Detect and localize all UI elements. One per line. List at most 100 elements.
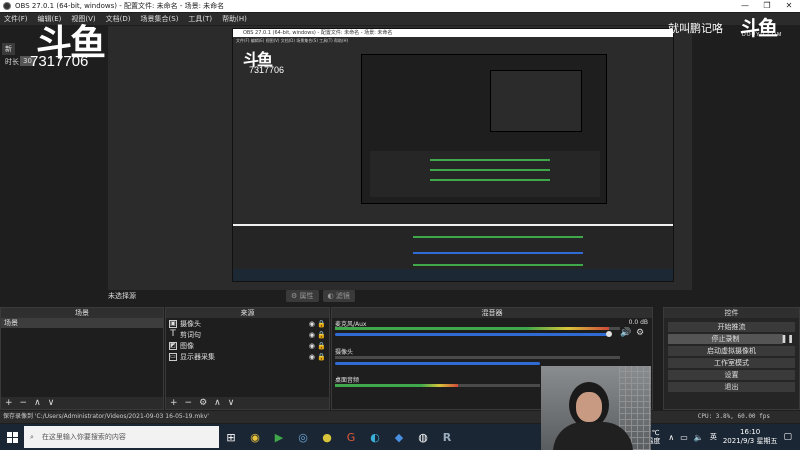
room-id: 7317706 <box>30 53 89 70</box>
obs-icon[interactable]: ◍ <box>411 424 435 450</box>
channel-name: 摄像头 <box>335 349 354 356</box>
sources-header: 来源 <box>166 308 329 318</box>
move-source-up-button[interactable]: ∧ <box>214 398 221 408</box>
sources-list: ▣ 摄像头 ◉ 🔒 T 剪词句 ◉ 🔒 ◩ 图像 ◉ 🔒 ▭ 显示器采集 ◉ 🔒 <box>166 318 329 397</box>
scenes-list: 场景 <box>1 318 163 397</box>
source-name: 摄像头 <box>180 319 201 328</box>
g-icon[interactable]: G <box>339 424 363 450</box>
menu-file[interactable]: 文件(F) <box>4 14 28 24</box>
source-item[interactable]: ▣ 摄像头 ◉ 🔒 <box>166 318 329 329</box>
source-item[interactable]: ▭ 显示器采集 ◉ 🔒 <box>166 351 329 362</box>
start-button[interactable] <box>0 424 24 450</box>
input-language[interactable]: 英 <box>710 432 717 442</box>
lock-icon[interactable]: 🔒 <box>317 353 326 361</box>
clock-date: 2021/9/3 星期五 <box>722 437 778 445</box>
mixer-channel: 摄像头 <box>332 346 652 368</box>
pause-icon[interactable]: ❚❚ <box>781 334 794 343</box>
nested-meter-2 <box>430 169 550 171</box>
window-controls: — ❐ ✕ <box>734 0 800 12</box>
level-meter <box>335 327 620 330</box>
add-source-button[interactable]: + <box>170 398 178 408</box>
task-view-icon[interactable]: ⊞ <box>219 424 243 450</box>
overlay-new-badge: 新 <box>2 43 15 55</box>
minimize-button[interactable]: — <box>734 0 756 12</box>
start-streaming-button[interactable]: 开始推流 <box>668 322 795 332</box>
mail-icon[interactable]: ◆ <box>387 424 411 450</box>
douyu-site: DOUYU.COM <box>742 32 783 38</box>
source-settings-button[interactable]: ⚙ <box>199 398 207 408</box>
menu-help[interactable]: 帮助(H) <box>222 14 247 24</box>
channel-db: 0.0 dB <box>628 319 648 326</box>
notification-icon[interactable]: ▢ <box>783 432 792 442</box>
scenes-header: 场景 <box>1 308 163 318</box>
lock-icon[interactable]: 🔒 <box>317 331 326 339</box>
level-meter-fill <box>335 384 458 387</box>
nested-room-id: 7317706 <box>249 65 285 75</box>
controls-list: 开始推流 停止录制 ❚❚ 启动虚拟摄像机 工作室模式 设置 退出 <box>664 318 799 392</box>
add-scene-button[interactable]: + <box>5 398 13 408</box>
windows-taskbar: ⌕ 在这里输入你要搜索的内容 ⊞ ◉ ▶ ◎ ● G ◐ ◆ ◍ R 5℃ 温度… <box>0 424 800 450</box>
settings-button[interactable]: 设置 <box>668 370 795 380</box>
move-scene-down-button[interactable]: ∨ <box>48 398 55 408</box>
nested-mixer-meter-3 <box>413 264 583 266</box>
lock-icon[interactable]: 🔒 <box>317 320 326 328</box>
level-meter-fill <box>335 327 609 330</box>
taskbar-search[interactable]: ⌕ 在这里输入你要搜索的内容 <box>24 426 219 448</box>
volume-slider[interactable] <box>335 333 610 336</box>
move-scene-up-button[interactable]: ∧ <box>34 398 41 408</box>
volume-slider[interactable] <box>335 362 540 365</box>
coin-icon[interactable]: ● <box>315 424 339 450</box>
search-placeholder: 在这里输入你要搜索的内容 <box>41 433 126 441</box>
clock-time: 16:10 <box>740 428 761 436</box>
nested-preview-inner <box>361 54 607 204</box>
nested-preview: 斗鱼 7317706 <box>233 44 673 224</box>
window-title: OBS 27.0.1 (64-bit, windows) - 配置文件: 未命名… <box>15 2 225 10</box>
nested-preview-inner2 <box>490 70 582 132</box>
eye-icon[interactable]: ◉ <box>309 353 315 361</box>
camera-icon: ▣ <box>169 319 177 328</box>
menu-docks[interactable]: 文档(D) <box>106 14 131 24</box>
close-button[interactable]: ✕ <box>778 0 800 12</box>
recording-saved-message: 保存录像到 'C:/Users/Administrator/Videos/202… <box>3 413 209 420</box>
remove-source-button[interactable]: − <box>185 398 193 408</box>
edge-icon[interactable]: ◐ <box>363 424 387 450</box>
nested-docks-level2 <box>370 151 600 197</box>
steam-icon[interactable]: ◎ <box>291 424 315 450</box>
filters-button[interactable]: ◐ 滤镜 <box>322 290 355 302</box>
scenes-footer: + − ∧ ∨ <box>1 397 163 409</box>
lock-icon[interactable]: 🔒 <box>317 342 326 350</box>
start-virtual-camera-button[interactable]: 启动虚拟摄像机 <box>668 346 795 356</box>
volume-icon[interactable]: 🔈 <box>694 433 704 442</box>
menu-tools[interactable]: 工具(T) <box>188 14 212 24</box>
stop-recording-button[interactable]: 停止录制 <box>668 334 783 344</box>
menu-scene-collection[interactable]: 场景集合(S) <box>141 14 179 24</box>
volume-slider-knob[interactable] <box>606 331 612 337</box>
source-name: 剪词句 <box>180 330 201 339</box>
chrome-icon[interactable]: ◉ <box>243 424 267 450</box>
properties-button[interactable]: ⚙ 属性 <box>286 290 319 302</box>
source-item[interactable]: T 剪词句 ◉ 🔒 <box>166 329 329 340</box>
scene-item[interactable]: 场景 <box>1 318 163 328</box>
controls-header: 控件 <box>664 308 799 318</box>
eye-icon[interactable]: ◉ <box>309 320 315 328</box>
gear-icon[interactable]: ⚙ <box>636 328 644 338</box>
source-item[interactable]: ◩ 图像 ◉ 🔒 <box>166 340 329 351</box>
maximize-button[interactable]: ❐ <box>756 0 778 12</box>
speaker-icon[interactable]: 🔊 <box>620 328 631 338</box>
r-icon[interactable]: R <box>435 424 459 450</box>
exit-button[interactable]: 退出 <box>668 382 795 392</box>
search-icon: ⌕ <box>30 432 34 441</box>
player-icon[interactable]: ▶ <box>267 424 291 450</box>
eye-icon[interactable]: ◉ <box>309 331 315 339</box>
network-icon[interactable]: ▭ <box>680 433 688 442</box>
streamer-name: 就叫鹏记咯 <box>668 23 723 35</box>
nested-title-bar: OBS 27.0.1 (64-bit, windows) - 配置文件: 未命名… <box>233 29 673 37</box>
studio-mode-button[interactable]: 工作室模式 <box>668 358 795 368</box>
eye-icon[interactable]: ◉ <box>309 342 315 350</box>
remove-scene-button[interactable]: − <box>20 398 28 408</box>
filter-icon: ◐ <box>327 292 334 300</box>
clock[interactable]: 16:10 2021/9/3 星期五 <box>723 428 778 446</box>
chevron-up-icon[interactable]: ∧ <box>668 433 674 442</box>
move-source-down-button[interactable]: ∨ <box>228 398 235 408</box>
nested-mixer-meter-2 <box>413 252 583 254</box>
